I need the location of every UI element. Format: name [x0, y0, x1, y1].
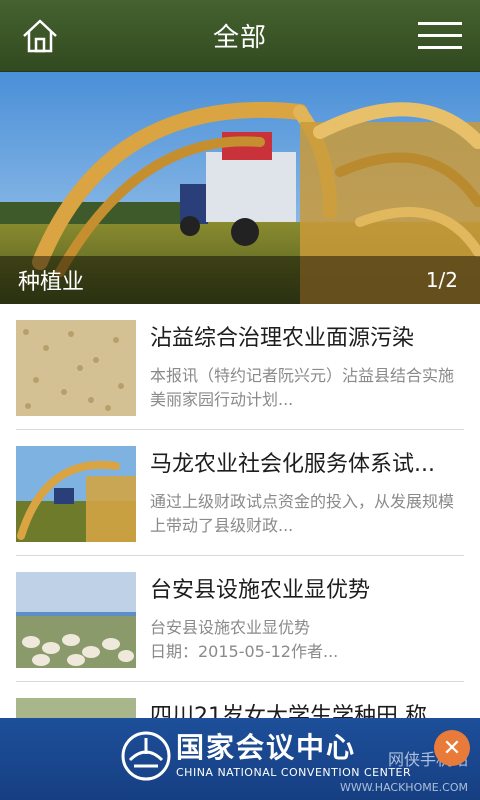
watermark-url: WWW.HACKHOME.COM — [339, 781, 468, 794]
news-item[interactable]: 台安县设施农业显优势 台安县设施农业显优势 日期：2015-05-12作者... — [0, 556, 480, 682]
news-item[interactable]: 沾益综合治理农业面源污染 本报讯（特约记者阮兴元）沾益县结合实施美丽家园行动计划… — [0, 304, 480, 430]
ad-title-en: CHINA NATIONAL CONVENTION CENTER — [176, 766, 412, 779]
news-summary: 台安县设施农业显优势 日期：2015-05-12作者... — [150, 618, 339, 661]
news-summary: 通过上级财政试点资金的投入，从发展规模上带动了县级财政... — [150, 492, 455, 535]
news-thumbnail — [16, 572, 136, 668]
banner-category-label: 种植业 — [18, 270, 85, 295]
news-thumbnail — [16, 320, 136, 416]
news-item[interactable]: 马龙农业社会化服务体系试... 通过上级财政试点资金的投入，从发展规模上带动了县… — [0, 430, 480, 556]
ad-title-cn: 国家会议中心 — [176, 731, 357, 764]
news-headline: 沾益综合治理农业面源污染 — [150, 326, 415, 351]
news-summary: 本报讯（特约记者阮兴元）沾益县结合实施美丽家园行动计划... — [150, 366, 455, 409]
home-icon — [23, 19, 57, 53]
banner-carousel[interactable]: 种植业 1/2 — [0, 72, 480, 304]
home-button[interactable] — [20, 16, 60, 56]
news-thumbnail — [16, 446, 136, 542]
ad-banner[interactable]: 国家会议中心 CHINA NATIONAL CONVENTION CENTER … — [0, 718, 480, 800]
menu-button[interactable] — [418, 20, 462, 52]
ad-close-button[interactable]: ✕ — [434, 730, 470, 766]
close-icon: ✕ — [442, 735, 462, 761]
convention-center-logo — [120, 730, 172, 782]
top-bar: 全部 — [0, 0, 480, 72]
banner-caption: 种植业 1/2 — [0, 256, 480, 304]
menu-icon — [418, 22, 462, 49]
page-title: 全部 — [212, 23, 267, 53]
news-headline: 台安县设施农业显优势 — [150, 578, 371, 603]
banner-pager: 1/2 — [425, 268, 458, 292]
news-headline: 马龙农业社会化服务体系试... — [150, 452, 435, 477]
